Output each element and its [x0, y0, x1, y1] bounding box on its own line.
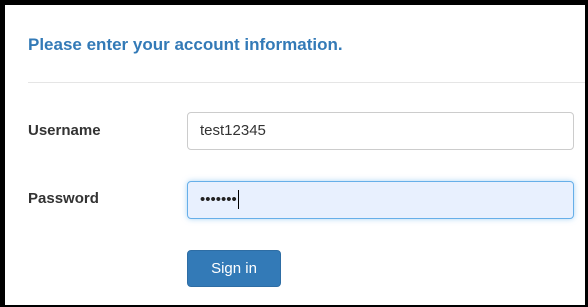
username-label: Username — [28, 122, 101, 139]
password-input[interactable]: ••••••• — [187, 181, 574, 219]
password-label: Password — [28, 190, 99, 207]
username-input[interactable]: test12345 — [187, 112, 574, 150]
login-panel: Please enter your account information. U… — [5, 5, 585, 305]
form-heading: Please enter your account information. — [28, 35, 343, 54]
sign-in-button[interactable]: Sign in — [187, 250, 281, 287]
divider — [28, 82, 585, 83]
username-value: test12345 — [200, 122, 266, 139]
password-masked-value: ••••••• — [200, 191, 237, 208]
text-caret — [237, 189, 239, 209]
